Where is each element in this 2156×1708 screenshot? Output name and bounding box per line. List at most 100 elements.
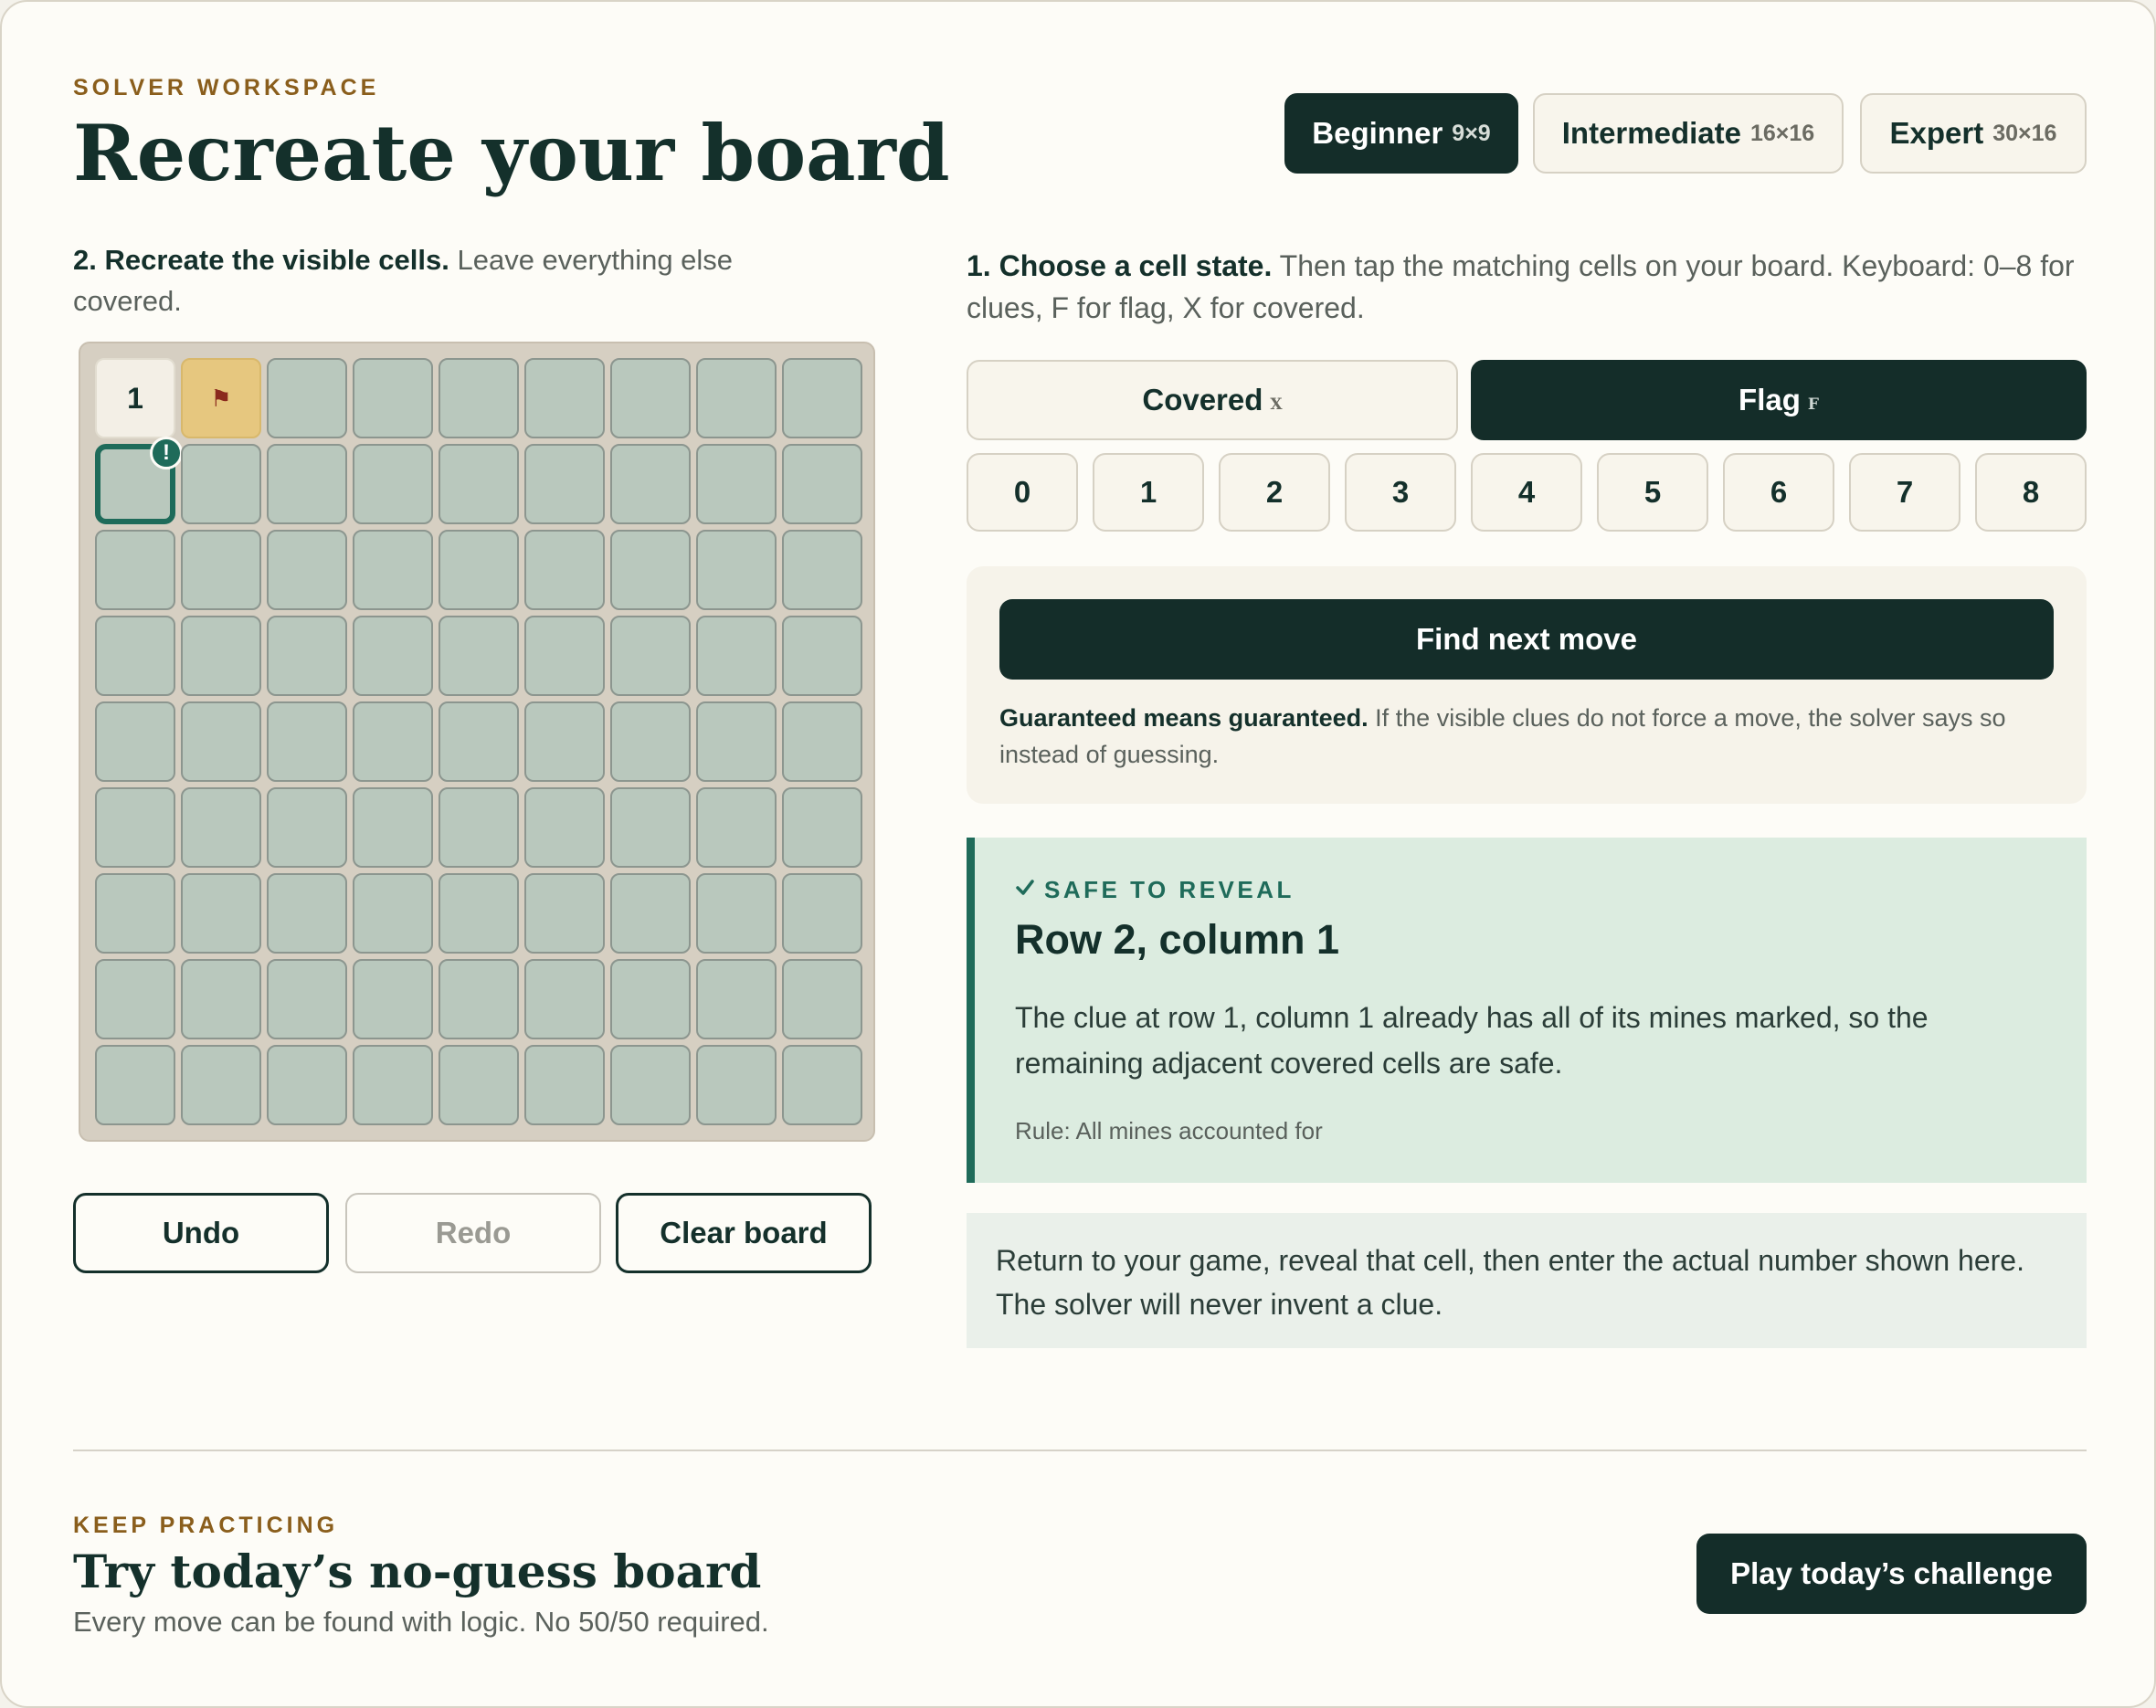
- board-cell-covered[interactable]: [782, 358, 862, 438]
- board-cell-covered[interactable]: [181, 787, 261, 868]
- board-cell-covered[interactable]: [353, 444, 433, 524]
- board-cell-covered[interactable]: [181, 616, 261, 696]
- clear-board-button[interactable]: Clear board: [616, 1193, 872, 1273]
- clue-button-2[interactable]: 2: [1219, 453, 1330, 532]
- clue-button-4[interactable]: 4: [1471, 453, 1582, 532]
- board-cell-covered[interactable]: [610, 616, 691, 696]
- board-cell-covered[interactable]: [524, 787, 605, 868]
- board-cell-covered[interactable]: [439, 1045, 519, 1125]
- board-cell-covered[interactable]: [610, 701, 691, 782]
- clue-button-6[interactable]: 6: [1723, 453, 1834, 532]
- clue-button-3[interactable]: 3: [1345, 453, 1456, 532]
- board-cell-covered[interactable]: [95, 787, 175, 868]
- board-cell-covered[interactable]: [696, 1045, 777, 1125]
- board-cell-covered[interactable]: [353, 959, 433, 1039]
- board-cell-covered[interactable]: [696, 616, 777, 696]
- board-cell-covered[interactable]: [181, 701, 261, 782]
- board-cell-covered[interactable]: [696, 358, 777, 438]
- clue-button-5[interactable]: 5: [1597, 453, 1708, 532]
- board-cell-covered[interactable]: [353, 787, 433, 868]
- board-cell-covered[interactable]: [524, 959, 605, 1039]
- board-cell-covered[interactable]: [610, 358, 691, 438]
- clue-button-8[interactable]: 8: [1975, 453, 2087, 532]
- play-challenge-button[interactable]: Play today’s challenge: [1696, 1534, 2087, 1614]
- board-cell-covered[interactable]: [95, 873, 175, 954]
- board-cell-covered[interactable]: [267, 959, 347, 1039]
- board-cell-covered[interactable]: [782, 701, 862, 782]
- board-cell-covered[interactable]: [524, 530, 605, 610]
- board-cell-covered[interactable]: [439, 444, 519, 524]
- board-cell-covered[interactable]: [181, 959, 261, 1039]
- redo-button[interactable]: Redo: [345, 1193, 601, 1273]
- board-cell-covered[interactable]: [610, 444, 691, 524]
- board-cell-covered[interactable]: [696, 701, 777, 782]
- difficulty-beginner-button[interactable]: Beginner 9×9: [1284, 93, 1518, 174]
- board-cell-covered[interactable]: [439, 959, 519, 1039]
- board-cell-covered[interactable]: [524, 444, 605, 524]
- board-cell-covered[interactable]: [95, 530, 175, 610]
- board-cell-revealed[interactable]: 1: [95, 358, 175, 438]
- board-cell-covered[interactable]: [524, 1045, 605, 1125]
- flag-state-button[interactable]: Flag F: [1471, 360, 2087, 440]
- board-cell-covered[interactable]: [353, 873, 433, 954]
- board-cell-covered[interactable]: [610, 959, 691, 1039]
- board-cell-covered[interactable]: [95, 1045, 175, 1125]
- board-cell-covered[interactable]: [267, 1045, 347, 1125]
- board-cell-covered[interactable]: [524, 616, 605, 696]
- board-cell-covered[interactable]: [267, 444, 347, 524]
- board-cell-covered[interactable]: [439, 530, 519, 610]
- board-cell-covered[interactable]: [353, 1045, 433, 1125]
- board-cell-covered[interactable]: [267, 530, 347, 610]
- board-cell-covered[interactable]: [267, 873, 347, 954]
- board-cell-covered[interactable]: [95, 616, 175, 696]
- difficulty-expert-button[interactable]: Expert 30×16: [1860, 93, 2087, 174]
- board-cell-covered[interactable]: [439, 701, 519, 782]
- board-cell-covered[interactable]: [439, 873, 519, 954]
- clue-button-0[interactable]: 0: [967, 453, 1078, 532]
- clue-button-1[interactable]: 1: [1093, 453, 1204, 532]
- board-cell-covered[interactable]: [782, 873, 862, 954]
- board-cell-covered[interactable]: [353, 701, 433, 782]
- board-cell-covered[interactable]: [439, 616, 519, 696]
- board-cell-flagged[interactable]: ⚑: [181, 358, 261, 438]
- board-cell-covered[interactable]: [353, 358, 433, 438]
- board-cell-covered[interactable]: [782, 530, 862, 610]
- covered-state-button[interactable]: Covered X: [967, 360, 1458, 440]
- board-cell-covered[interactable]: [439, 787, 519, 868]
- find-next-move-button[interactable]: Find next move: [999, 599, 2054, 680]
- board-cell-covered[interactable]: [267, 787, 347, 868]
- board-cell-covered[interactable]: [696, 530, 777, 610]
- board-cell-covered[interactable]: [524, 358, 605, 438]
- board-cell-covered[interactable]: [696, 787, 777, 868]
- board-cell-suggested[interactable]: !: [95, 437, 183, 524]
- board-cell-covered[interactable]: [524, 701, 605, 782]
- board-cell-covered[interactable]: [267, 616, 347, 696]
- board-cell-covered[interactable]: [782, 444, 862, 524]
- board-cell-covered[interactable]: [782, 787, 862, 868]
- board-cell-covered[interactable]: [696, 959, 777, 1039]
- board-cell-covered[interactable]: [439, 358, 519, 438]
- board-cell-covered[interactable]: [610, 873, 691, 954]
- board-cell-covered[interactable]: [782, 1045, 862, 1125]
- board-cell-covered[interactable]: [181, 530, 261, 610]
- undo-button[interactable]: Undo: [73, 1193, 329, 1273]
- board-cell-covered[interactable]: [610, 530, 691, 610]
- board-cell-covered[interactable]: [610, 787, 691, 868]
- board-cell-covered[interactable]: [782, 959, 862, 1039]
- board-cell-covered[interactable]: [696, 873, 777, 954]
- board-cell-covered[interactable]: [353, 616, 433, 696]
- clue-button-7[interactable]: 7: [1849, 453, 1960, 532]
- board-cell-covered[interactable]: [524, 873, 605, 954]
- board-cell-covered[interactable]: [95, 959, 175, 1039]
- board-cell-covered[interactable]: [95, 701, 175, 782]
- board-cell-covered[interactable]: [353, 530, 433, 610]
- board-cell-covered[interactable]: [181, 1045, 261, 1125]
- difficulty-intermediate-button[interactable]: Intermediate 16×16: [1533, 93, 1844, 174]
- board-cell-covered[interactable]: [610, 1045, 691, 1125]
- board-cell-covered[interactable]: [267, 358, 347, 438]
- board-cell-covered[interactable]: [181, 444, 261, 524]
- board-cell-covered[interactable]: [267, 701, 347, 782]
- board-cell-covered[interactable]: [696, 444, 777, 524]
- board-cell-covered[interactable]: [181, 873, 261, 954]
- board-cell-covered[interactable]: [782, 616, 862, 696]
